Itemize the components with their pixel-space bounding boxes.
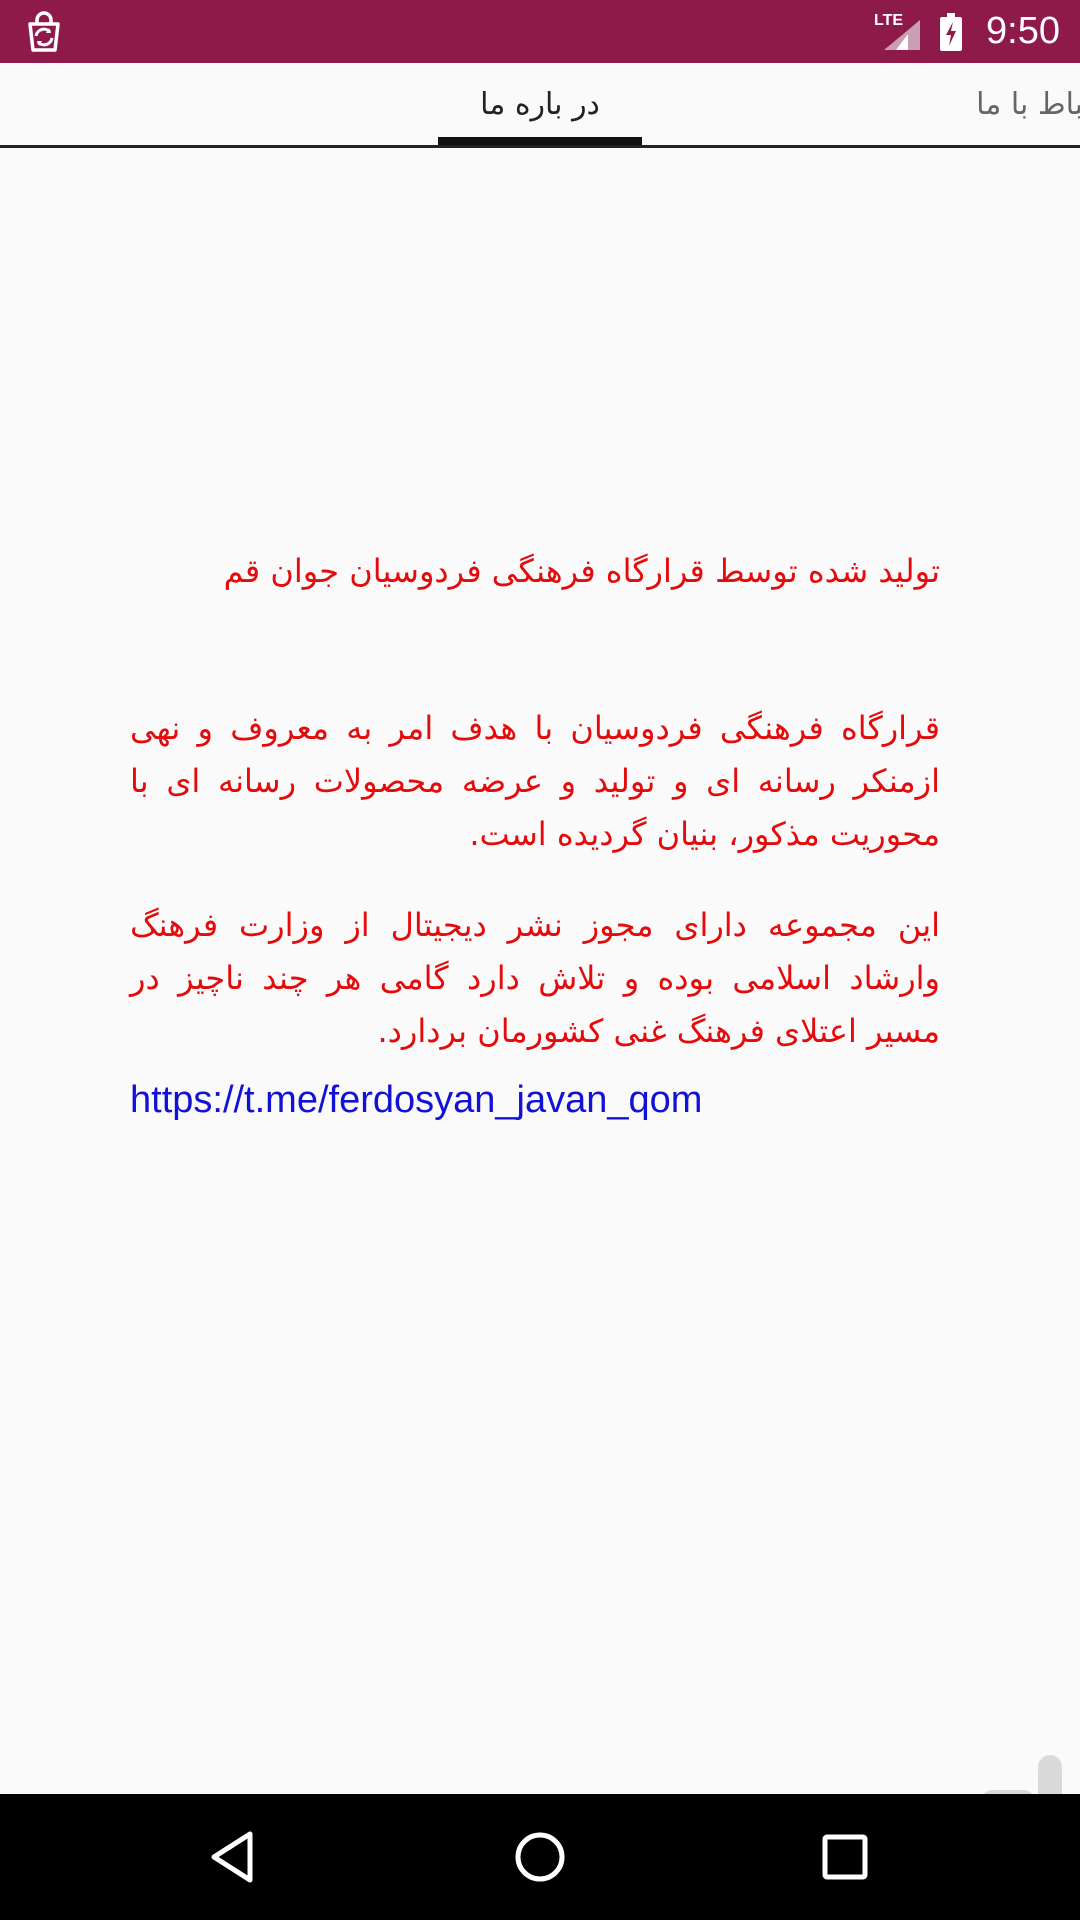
recents-square-icon[interactable] — [810, 1822, 880, 1892]
status-bar: LTE 9:50 — [0, 0, 1080, 63]
navigation-bar — [0, 1794, 1080, 1920]
about-content: تولید شده توسط قرارگاه فرهنگی فردوسیان ج… — [130, 545, 940, 1127]
shopping-bag-refresh-icon — [28, 11, 60, 52]
clock: 9:50 — [986, 10, 1060, 52]
home-circle-icon[interactable] — [505, 1822, 575, 1892]
tab-bar: در باره ما ارتباط با ما — [0, 63, 1080, 148]
battery-charging-icon — [940, 12, 963, 51]
about-paragraph-2: این مجموعه دارای مجوز نشر دیجیتال از وزا… — [130, 906, 940, 1050]
back-triangle-icon[interactable] — [200, 1822, 270, 1892]
telegram-link[interactable]: https://t.me/ferdosyan_javan_qom — [130, 1074, 940, 1127]
about-paragraph-1: قرارگاه فرهنگی فردوسیان با هدف امر به مع… — [130, 709, 940, 853]
tab-contact-us[interactable]: ارتباط با ما — [915, 63, 1080, 145]
produced-by-text: تولید شده توسط قرارگاه فرهنگی فردوسیان ج… — [223, 552, 940, 590]
tab-about-us[interactable]: در باره ما — [438, 63, 642, 145]
cellular-signal-icon: LTE — [874, 12, 922, 52]
tab-selected-indicator — [438, 137, 642, 145]
